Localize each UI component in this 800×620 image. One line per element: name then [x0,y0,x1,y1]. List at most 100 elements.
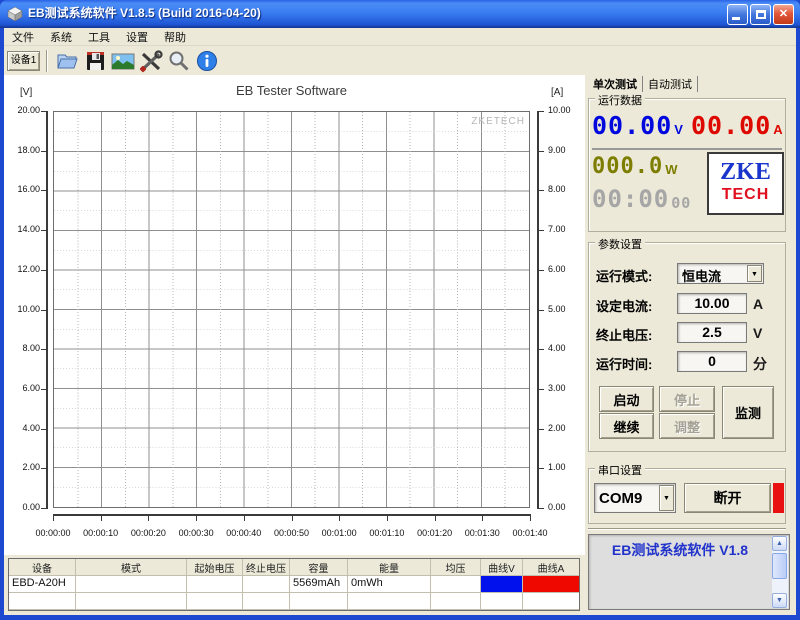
right-axis-tick-label: 6.00 [548,263,566,274]
elapsed-time-display: 00:00 00 [592,186,691,212]
right-axis-tick-label: 4.00 [548,343,566,354]
open-file-button[interactable] [53,48,81,74]
left-axis-tick-label: 14.00 [17,224,40,235]
scrollbar-thumb[interactable] [772,553,787,579]
power-unit: W [665,162,678,177]
menu-tools[interactable]: 工具 [80,28,118,46]
cell-start-voltage [187,593,243,610]
left-axis-tick [41,230,46,232]
x-axis-tick [53,516,54,521]
tools-button[interactable] [137,48,165,74]
maximize-button[interactable] [750,4,771,25]
header-avg-voltage: 均压 [431,559,481,576]
elapsed-time-value: 00:00 [592,185,670,213]
left-axis-tick-label: 10.00 [17,303,40,314]
mode-value: 恒电流 [682,269,722,284]
menu-file[interactable]: 文件 [4,28,42,46]
chart-panel: EB Tester Software [V] [A] ZKETECH 20.00… [4,75,585,555]
run-data-group: 运行数据 00.00 V 00.00 A 000.0 W 00:00 00 ZK… [588,92,786,232]
left-axis-tick-label: 8.00 [22,343,40,354]
zoom-button[interactable] [165,48,193,74]
right-axis-tick [539,508,544,509]
header-end-voltage: 终止电压 [243,559,290,576]
right-axis-tick-label: 9.00 [548,144,566,155]
right-axis-tick-label: 2.00 [548,422,566,433]
mode-select[interactable]: 恒电流 ▼ [677,263,764,284]
chart-title: EB Tester Software [235,83,348,98]
set-current-input[interactable]: 10.00 [677,293,747,314]
right-axis-tick-label: 10.00 [548,105,571,115]
cell-end-voltage [243,593,290,610]
disconnect-button[interactable]: 断开 [684,483,771,513]
window-title: EB测试系统软件 V1.8.5 (Build 2016-04-20) [28,6,261,20]
run-data-legend: 运行数据 [595,92,645,108]
right-axis-tick-label: 5.00 [548,303,566,314]
mode-dropdown-arrow-icon[interactable]: ▼ [747,265,762,282]
left-axis-tick-label: 12.00 [17,263,40,274]
table-row[interactable]: EBD-A20H 5569mAh 0mWh [9,576,579,593]
start-button[interactable]: 启动 [599,386,654,412]
x-axis-tick [100,516,102,521]
minimize-button[interactable] [727,4,748,25]
grid-lines [54,112,529,507]
cell-avg-voltage [431,576,481,593]
com-port-dropdown-arrow-icon[interactable]: ▼ [659,485,674,511]
monitor-button[interactable]: 监测 [722,386,774,439]
voltage-unit: V [674,122,683,137]
x-axis-tick [482,516,484,521]
device-1-button[interactable]: 设备1 [7,50,40,71]
left-axis-tick-label: 6.00 [22,382,40,393]
left-axis-tick [41,468,46,470]
cell-mode [76,576,187,593]
message-box: EB测试系统软件 V1.8 ▲ ▼ [588,534,790,610]
com-port-select[interactable]: COM9 ▼ [594,483,676,513]
stop-button[interactable]: 停止 [659,386,715,412]
mode-label: 运行模式: [596,269,653,284]
tab-auto-test[interactable]: 自动测试 [643,76,698,92]
header-mode: 模式 [76,559,187,576]
right-axis-tick [539,309,544,311]
left-axis-tick-label: 18.00 [17,144,40,155]
right-panel-divider [588,528,786,530]
current-value: 00.00 [691,111,772,140]
left-axis-tick-label: 2.00 [22,462,40,473]
test-mode-tabs: 单次测试 自动测试 [588,76,698,92]
menu-settings[interactable]: 设置 [118,28,156,46]
app-window: EB测试系统软件 V1.8.5 (Build 2016-04-20) ✕ 文件 … [0,0,800,620]
x-axis-tick [196,516,198,521]
com-port-value: COM9 [599,490,643,507]
left-axis-tick-label: 20.00 [17,105,40,115]
export-image-button[interactable] [109,48,137,74]
left-axis-tick [41,150,46,152]
right-axis-tick [539,428,544,430]
logo-line2: TECH [721,186,770,203]
cutoff-voltage-input[interactable]: 2.5 [677,322,747,343]
cell-mode [76,593,187,610]
connection-status-indicator [773,483,784,513]
voltage-value: 00.00 [592,111,673,140]
run-time-input[interactable]: 0 [677,351,747,372]
close-button[interactable]: ✕ [773,4,794,25]
menu-help[interactable]: 帮助 [156,28,194,46]
set-current-unit: A [753,296,764,312]
about-button[interactable] [193,48,221,74]
table-row[interactable] [9,593,579,610]
resume-button[interactable]: 继续 [599,413,654,439]
adjust-button[interactable]: 调整 [659,413,715,439]
scroll-up-arrow-icon[interactable]: ▲ [772,536,787,551]
left-axis-tick [41,388,46,390]
cell-device: EBD-A20H [9,576,76,593]
maximize-icon [756,10,766,19]
left-axis-tick-label: 4.00 [22,422,40,433]
message-scrollbar[interactable]: ▲ ▼ [772,536,788,608]
left-axis-tick [41,111,46,112]
toolbar-separator [46,49,48,72]
scroll-down-arrow-icon[interactable]: ▼ [772,593,787,608]
tab-single-test[interactable]: 单次测试 [588,76,643,92]
x-axis-tick-label: 00:01:40 [512,528,548,538]
right-axis-tick-label: 1.00 [548,462,566,473]
header-start-voltage: 起始电压 [187,559,243,576]
menu-system[interactable]: 系统 [42,28,80,46]
serial-group: 串口设置 COM9 ▼ 断开 [588,462,786,524]
save-button[interactable] [81,48,109,74]
